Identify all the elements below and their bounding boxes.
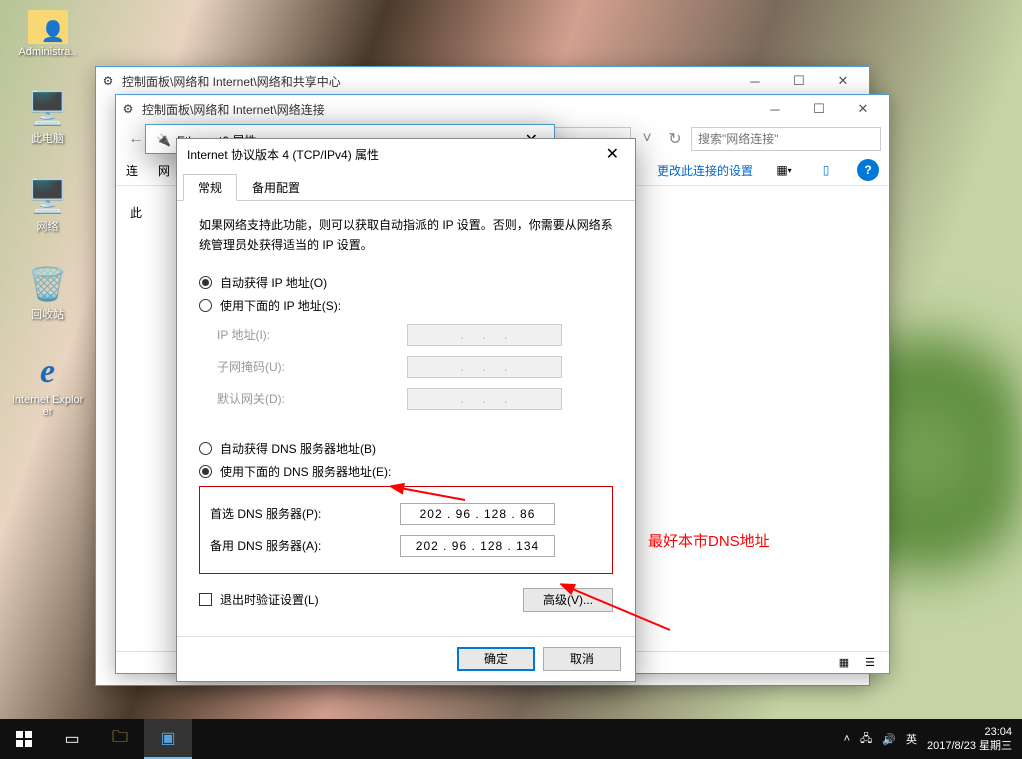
tray-ime[interactable]: 英 — [906, 731, 917, 747]
view-details-icon[interactable]: ☰ — [859, 652, 881, 674]
change-settings-link[interactable]: 更改此连接的设置 — [657, 162, 753, 179]
ok-button[interactable]: 确定 — [457, 647, 535, 671]
dns-alt-label: 备用 DNS 服务器(A): — [210, 537, 400, 554]
desktop-icon-pc[interactable]: 🖥️ 此电脑 — [10, 88, 85, 146]
radio-icon — [199, 299, 212, 312]
subnet-label: 子网掩码(U): — [217, 358, 407, 375]
desktop-icon-label: Administra.. — [18, 46, 76, 58]
taskbar-explorer[interactable]: 🗀 — [96, 719, 144, 759]
toolbar-label: 网 — [158, 162, 170, 179]
radio-icon — [199, 465, 212, 478]
taskbar: ▭ 🗀 ▣ ˄ 🖧 🔊 英 23:04 2017/8/23 星期三 — [0, 719, 1022, 759]
cancel-button[interactable]: 取消 — [543, 647, 621, 671]
tab-strip: 常规 备用配置 — [177, 169, 635, 201]
maximize-button[interactable]: ☐ — [797, 95, 841, 123]
ipv4-properties-dialog: Internet 协议版本 4 (TCP/IPv4) 属性 ✕ 常规 备用配置 … — [176, 138, 636, 682]
radio-label: 自动获得 DNS 服务器地址(B) — [220, 440, 376, 457]
window-title: 控制面板\网络和 Internet\网络和共享中心 — [122, 73, 341, 90]
annotation-text: 最好本市DNS地址 — [648, 530, 770, 551]
minimize-button[interactable]: ─ — [733, 67, 777, 95]
titlebar[interactable]: ⚙ 控制面板\网络和 Internet\网络连接 ─ ☐ ✕ — [116, 95, 889, 123]
control-panel-icon: ⚙ — [100, 73, 116, 89]
network-icon: 🖥️ — [28, 176, 68, 216]
desktop-icon-label: 回收站 — [31, 306, 64, 322]
pc-icon: 🖥️ — [28, 88, 68, 128]
titlebar[interactable]: ⚙ 控制面板\网络和 Internet\网络和共享中心 ─ ☐ ✕ — [96, 67, 869, 95]
tray-clock[interactable]: 23:04 2017/8/23 星期三 — [927, 725, 1012, 754]
radio-icon — [199, 276, 212, 289]
desktop-icon-ie[interactable]: e Internet Explorer — [10, 352, 85, 418]
desktop-icon-recycle[interactable]: 🗑️ 回收站 — [10, 264, 85, 322]
radio-label: 自动获得 IP 地址(O) — [220, 274, 327, 291]
tray-up-icon[interactable]: ˄ — [844, 733, 850, 745]
desktop-icon-admin[interactable]: 👤 Administra.. — [10, 10, 85, 58]
advanced-button[interactable]: 高级(V)... — [523, 588, 613, 612]
tray-volume-icon[interactable]: 🔊 — [882, 733, 896, 746]
dns-alt-input[interactable]: 202 . 96 . 128 . 134 — [400, 535, 555, 557]
exit-verify-checkbox[interactable]: 退出时验证设置(L) — [199, 591, 319, 608]
tray-network-icon[interactable]: 🖧 — [860, 730, 872, 749]
preview-icon[interactable]: ▯ — [815, 159, 837, 181]
tab-general[interactable]: 常规 — [183, 174, 237, 201]
ie-icon: e — [28, 352, 68, 392]
radio-dns-auto[interactable]: 自动获得 DNS 服务器地址(B) — [199, 440, 613, 457]
subnet-input: . . . — [407, 356, 562, 378]
desktop-icon-label: Internet Explorer — [10, 394, 85, 418]
control-panel-icon: ⚙ — [120, 101, 136, 117]
desktop-icons: 👤 Administra.. 🖥️ 此电脑 🖥️ 网络 🗑️ 回收站 e Int… — [10, 10, 85, 418]
radio-ip-auto[interactable]: 自动获得 IP 地址(O) — [199, 274, 613, 291]
close-button[interactable]: ✕ — [600, 144, 625, 164]
radio-label: 使用下面的 IP 地址(S): — [220, 297, 341, 314]
window-title: 控制面板\网络和 Internet\网络连接 — [142, 101, 325, 118]
start-button[interactable] — [0, 719, 48, 759]
desktop-icon-label: 此电脑 — [31, 130, 64, 146]
clock-time: 23:04 — [927, 725, 1012, 739]
folder-user-icon: 👤 — [28, 10, 68, 44]
help-icon[interactable]: ? — [857, 159, 879, 181]
dns-highlight-box: 首选 DNS 服务器(P): 202 . 96 . 128 . 86 备用 DN… — [199, 486, 613, 574]
close-button[interactable]: ✕ — [841, 95, 885, 123]
network-adapter-icon: 🔌 — [156, 133, 171, 147]
dns-primary-input[interactable]: 202 . 96 . 128 . 86 — [400, 503, 555, 525]
taskbar-app[interactable]: ▣ — [144, 719, 192, 759]
refresh-button[interactable]: ↻ — [663, 127, 687, 151]
description-text: 如果网络支持此功能，则可以获取自动指派的 IP 设置。否则，你需要从网络系统管理… — [199, 215, 613, 256]
ip-address-input: . . . — [407, 324, 562, 346]
radio-dns-manual[interactable]: 使用下面的 DNS 服务器地址(E): — [199, 463, 613, 480]
desktop-icon-network[interactable]: 🖥️ 网络 — [10, 176, 85, 234]
desktop-icon-label: 网络 — [37, 218, 59, 234]
dropdown-icon[interactable]: ˅ — [635, 127, 659, 151]
task-view-button[interactable]: ▭ — [48, 719, 96, 759]
gateway-input: . . . — [407, 388, 562, 410]
close-button[interactable]: ✕ — [821, 67, 865, 95]
toolbar-label: 连 — [126, 162, 138, 179]
checkbox-icon — [199, 593, 212, 606]
view-icon[interactable]: ▦▾ — [773, 159, 795, 181]
tab-alternate[interactable]: 备用配置 — [237, 174, 315, 201]
minimize-button[interactable]: ─ — [753, 95, 797, 123]
radio-label: 使用下面的 DNS 服务器地址(E): — [220, 463, 391, 480]
view-large-icon[interactable]: ▦ — [833, 652, 855, 674]
ip-address-label: IP 地址(I): — [217, 326, 407, 343]
checkbox-label: 退出时验证设置(L) — [220, 591, 319, 608]
maximize-button[interactable]: ☐ — [777, 67, 821, 95]
dialog-titlebar[interactable]: Internet 协议版本 4 (TCP/IPv4) 属性 ✕ — [177, 139, 635, 169]
gateway-label: 默认网关(D): — [217, 390, 407, 407]
dns-primary-label: 首选 DNS 服务器(P): — [210, 505, 400, 522]
recycle-bin-icon: 🗑️ — [28, 264, 68, 304]
dialog-title: Internet 协议版本 4 (TCP/IPv4) 属性 — [187, 146, 379, 163]
clock-date: 2017/8/23 星期三 — [927, 739, 1012, 753]
radio-icon — [199, 442, 212, 455]
radio-ip-manual[interactable]: 使用下面的 IP 地址(S): — [199, 297, 613, 314]
content-label: 此 — [130, 206, 142, 220]
search-input[interactable] — [691, 127, 881, 151]
